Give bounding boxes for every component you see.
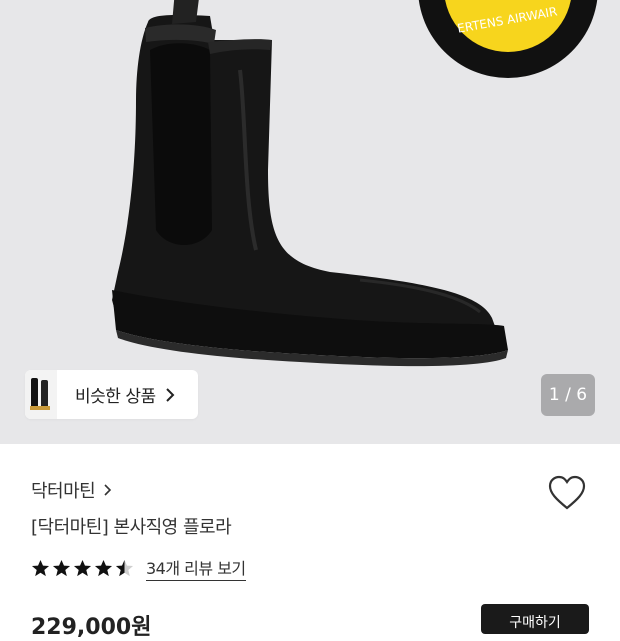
star-icon (94, 559, 113, 576)
half-star-icon (115, 559, 134, 576)
review-link[interactable]: 34개 리뷰 보기 (146, 555, 246, 581)
star-icon (73, 559, 92, 576)
similar-products-label: 비슷한 상품 (75, 387, 156, 407)
chevron-right-icon (165, 387, 175, 402)
similar-product-thumbnail (25, 370, 57, 419)
star-icon (31, 559, 50, 576)
buy-button[interactable]: 구매하기 (481, 604, 589, 634)
product-title: [닥터마틴] 본사직영 플로라 (31, 517, 232, 538)
brand-name: 닥터마틴 (31, 481, 96, 502)
brand-badge-logo: ERTENS AIRWAIR (418, 0, 598, 78)
product-price: 229,000원 (31, 615, 152, 640)
star-rating (31, 559, 136, 578)
brand-link[interactable]: 닥터마틴 (31, 477, 113, 503)
heart-icon[interactable] (548, 475, 586, 511)
similar-products-button[interactable]: 비슷한 상품 (25, 370, 198, 419)
product-image-gallery[interactable]: ERTENS AIRWAIR 비슷한 상품 1 / 6 (0, 0, 620, 444)
chevron-right-icon (104, 484, 112, 496)
image-counter: 1 / 6 (541, 374, 595, 416)
rating-row: 34개 리뷰 보기 (31, 555, 246, 581)
star-icon (52, 559, 71, 576)
